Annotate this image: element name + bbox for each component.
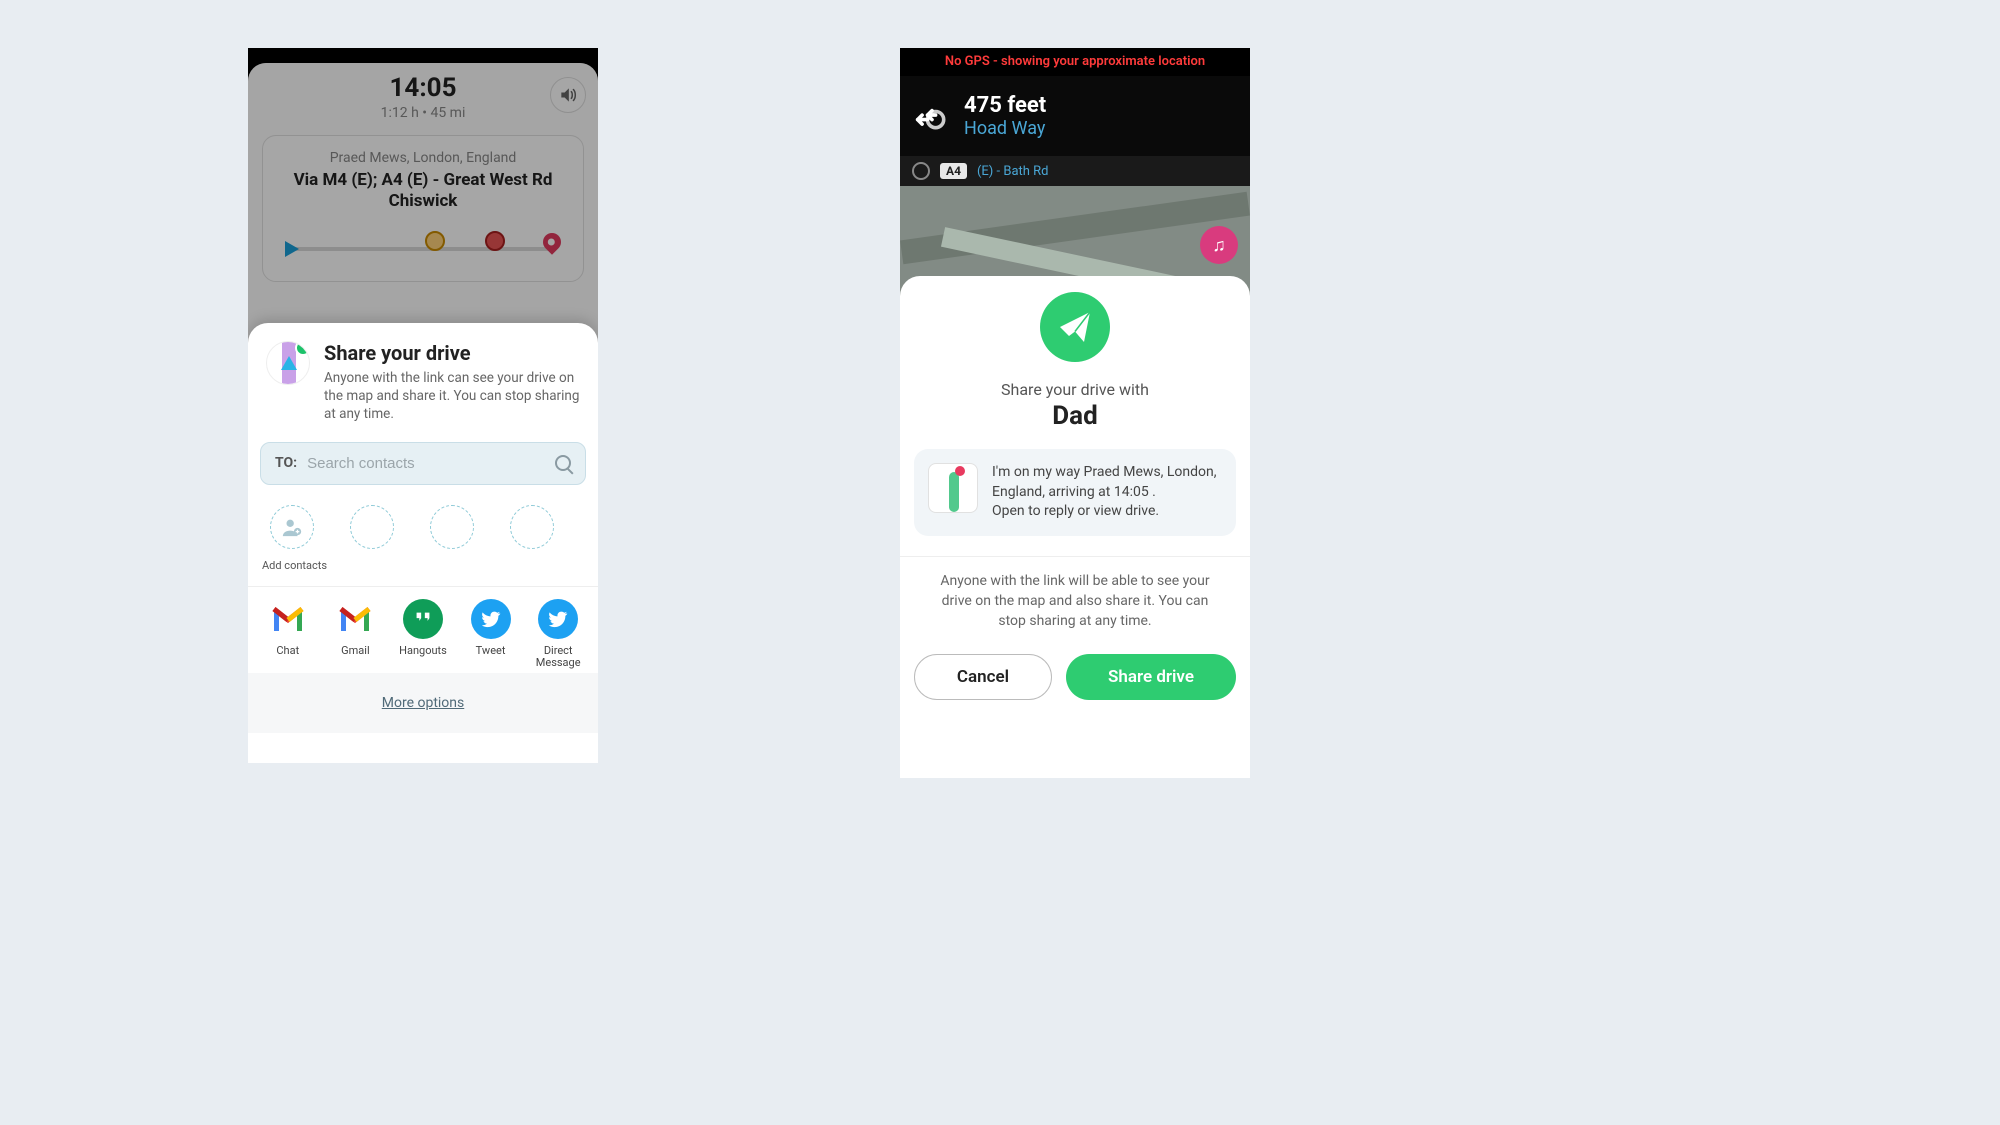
speaker-icon: [558, 85, 578, 105]
eta-time: 14:05: [262, 73, 584, 103]
sheet-title: Share your drive: [324, 341, 580, 365]
contact-slot-empty[interactable]: [510, 505, 554, 549]
share-with-label: Share your drive with: [900, 380, 1250, 399]
share-label: Gmail: [341, 645, 369, 657]
twitter-dm-icon: [538, 599, 578, 639]
confirm-share-sheet: Share your drive with Dad I'm on my way …: [900, 276, 1250, 778]
send-badge: [1040, 292, 1110, 362]
search-icon: [555, 455, 571, 471]
cancel-button[interactable]: Cancel: [914, 654, 1052, 700]
music-icon: ♫: [1212, 235, 1226, 256]
share-option-dm[interactable]: Direct Message: [526, 599, 590, 669]
confirm-description: Anyone with the link will be able to see…: [900, 571, 1250, 632]
contact-slot-empty[interactable]: [350, 505, 394, 549]
timeline-end-pin-icon: [539, 229, 564, 254]
share-drive-button[interactable]: Share drive: [1066, 654, 1236, 700]
timeline-start-icon: [285, 241, 299, 257]
gmail-icon: [335, 599, 375, 639]
message-preview-card: I'm on my way Praed Mews, London, Englan…: [914, 449, 1236, 536]
share-label: Chat: [276, 645, 299, 657]
timeline-warning-icon: [425, 231, 445, 251]
share-label: Tweet: [476, 645, 506, 657]
roundabout-mini-icon: [912, 162, 930, 180]
nav-distance: 475 feet: [964, 93, 1046, 118]
route-thumbnail-icon: [928, 463, 978, 513]
phone-share-drive-screen: 14:05 1:12 h • 45 mi Praed Mews, London,…: [248, 48, 598, 763]
map-thumbnail-icon: [266, 341, 310, 385]
destination-label: Praed Mews, London, England: [275, 150, 571, 166]
gmail-chat-icon: [268, 599, 308, 639]
search-contacts-field[interactable]: TO:: [260, 442, 586, 485]
phone-confirm-share-screen: No GPS - showing your approximate locati…: [900, 48, 1250, 778]
share-option-hangouts[interactable]: Hangouts: [391, 599, 455, 669]
divider: [900, 556, 1250, 557]
add-contacts-label: Add contacts: [248, 557, 598, 586]
roundabout-turn-icon: [914, 98, 950, 134]
music-button[interactable]: ♫: [1200, 226, 1238, 264]
timeline-hazard-icon: [485, 231, 505, 251]
sheet-description: Anyone with the link can see your drive …: [324, 369, 580, 424]
share-label: Direct Message: [526, 645, 590, 669]
add-contact-icon: [281, 516, 303, 538]
gps-warning-banner: No GPS - showing your approximate locati…: [900, 54, 1250, 69]
search-to-label: TO:: [275, 455, 297, 471]
next-step-bar: A4 (E) - Bath Rd: [900, 156, 1250, 186]
navigation-bar: 475 feet Hoad Way: [900, 76, 1250, 156]
hangouts-icon: [403, 599, 443, 639]
contact-slots-row: [248, 499, 598, 557]
share-drive-sheet: Share your drive Anyone with the link ca…: [248, 323, 598, 763]
sound-button[interactable]: [550, 77, 586, 113]
action-row: Cancel Share drive: [900, 632, 1250, 700]
next-road-name: (E) - Bath Rd: [977, 164, 1049, 179]
more-options-link[interactable]: More options: [248, 673, 598, 733]
share-option-chat[interactable]: Chat: [256, 599, 320, 669]
share-label: Hangouts: [399, 645, 447, 657]
road-chip: A4: [940, 163, 967, 179]
eta-subtext: 1:12 h • 45 mi: [262, 105, 584, 121]
nav-street-name: Hoad Way: [964, 118, 1046, 139]
share-option-gmail[interactable]: Gmail: [323, 599, 387, 669]
paper-plane-icon: [1057, 309, 1093, 345]
share-option-tweet[interactable]: Tweet: [459, 599, 523, 669]
share-with-name: Dad: [900, 401, 1250, 431]
share-options-row: Chat Gmail: [248, 587, 598, 673]
route-timeline: [275, 239, 571, 259]
add-contact-slot[interactable]: [270, 505, 314, 549]
search-input[interactable]: [307, 455, 555, 472]
route-card: Praed Mews, London, England Via M4 (E); …: [262, 135, 584, 282]
twitter-icon: [471, 599, 511, 639]
contact-slot-empty[interactable]: [430, 505, 474, 549]
route-via-label: Via M4 (E); A4 (E) - Great West Rd Chisw…: [275, 170, 571, 213]
message-text: I'm on my way Praed Mews, London, Englan…: [992, 463, 1222, 522]
